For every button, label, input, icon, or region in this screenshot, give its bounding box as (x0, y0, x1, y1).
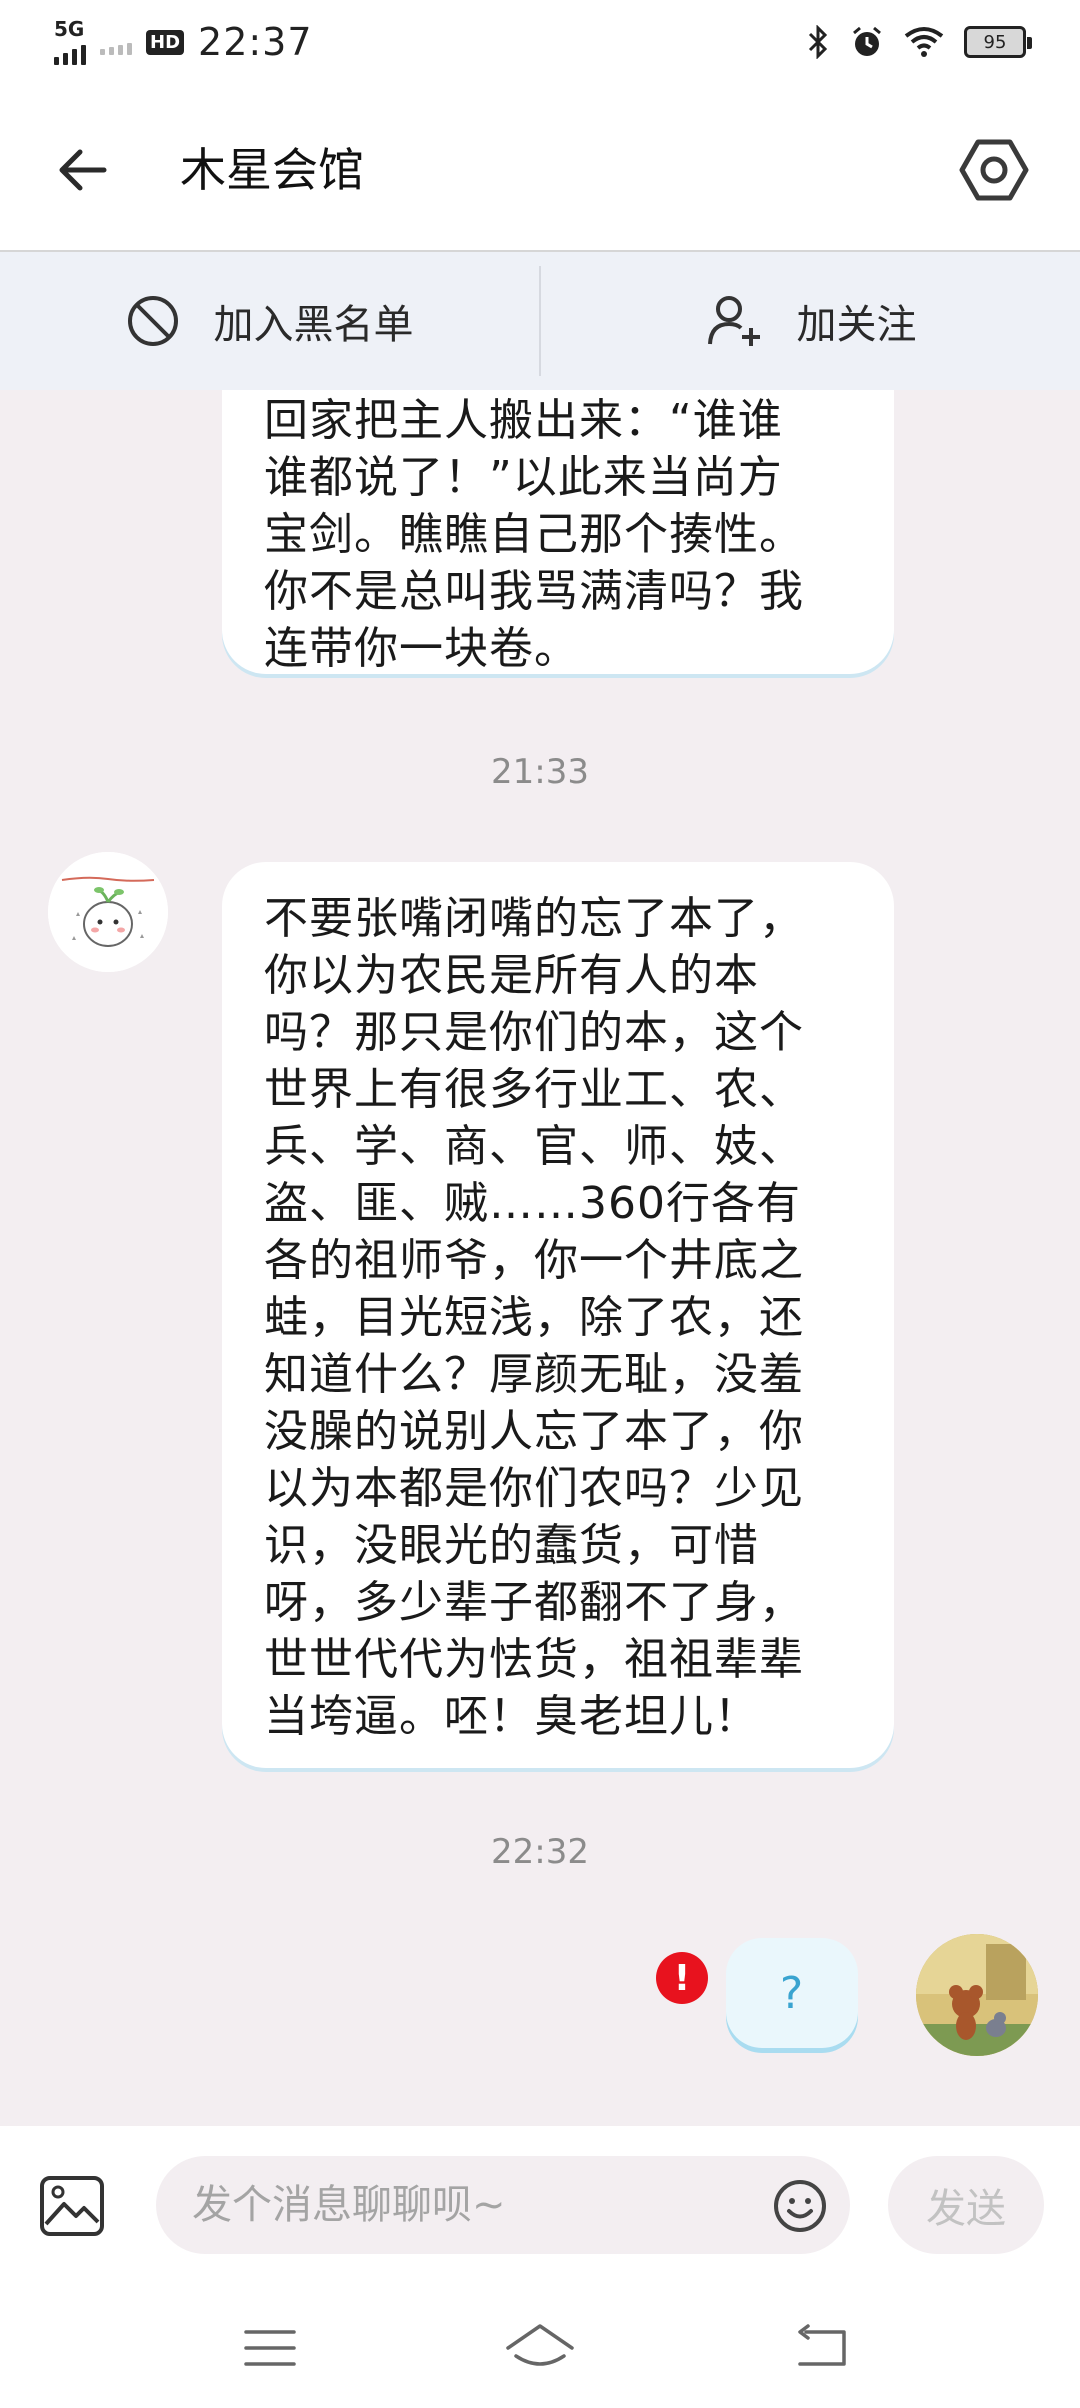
status-right: 95 (806, 25, 1032, 59)
my-avatar[interactable] (916, 1934, 1038, 2056)
input-bar: 发送 (0, 2126, 1080, 2288)
menu-icon (244, 2330, 296, 2366)
menu-button[interactable] (240, 2318, 300, 2378)
status-bar: 5G HD 22:37 95 (0, 0, 1080, 84)
message-bubble-received[interactable]: 回家把主人搬出来：“谁谁 谁都说了！”以此来当尚方 宝剑。瞧瞧自己那个揍性。 你… (222, 390, 894, 674)
battery-level: 95 (983, 31, 1007, 53)
wifi-icon (904, 27, 944, 57)
bluetooth-icon (808, 25, 828, 59)
message-text: 回家把主人搬出来：“谁谁 谁都说了！”以此来当尚方 宝剑。瞧瞧自己那个揍性。 你… (264, 395, 804, 674)
blacklist-button[interactable]: 加入黑名单 (0, 252, 539, 390)
message-timestamp: 22:32 (491, 1832, 589, 1872)
navigation-bar (0, 2288, 1080, 2408)
home-button[interactable] (504, 2318, 576, 2378)
battery-icon: 95 (964, 26, 1032, 58)
chat-area[interactable]: 回家把主人搬出来：“谁谁 谁都说了！”以此来当尚方 宝剑。瞧瞧自己那个揍性。 你… (0, 390, 1080, 2126)
back-icon (798, 2324, 846, 2366)
message-bubble-sent[interactable]: ? (726, 1938, 858, 2048)
follow-label: 加关注 (796, 302, 917, 348)
message-input[interactable] (192, 2182, 752, 2228)
emoji-button[interactable] (772, 2178, 828, 2234)
system-back-button[interactable] (792, 2318, 852, 2378)
message-text: ? (779, 1967, 805, 2019)
send-failed-icon[interactable]: ! (656, 1952, 708, 2004)
block-icon (127, 296, 178, 346)
network-type: 5G (54, 17, 85, 41)
back-arrow-icon (59, 149, 107, 191)
blacklist-label: 加入黑名单 (213, 302, 414, 348)
message-input-container[interactable] (156, 2156, 850, 2254)
message-timestamp: 21:33 (491, 752, 589, 792)
page-title: 木星会馆 (180, 143, 364, 197)
signal-1: 5G (54, 19, 86, 65)
status-time: 22:37 (198, 20, 313, 64)
settings-hexagon-icon (959, 139, 1029, 201)
cartoon-mouse-avatar-icon (916, 1934, 1038, 2056)
header: 木星会馆 (0, 84, 1080, 252)
status-left: 5G HD 22:37 (54, 19, 313, 65)
home-icon (506, 2324, 574, 2366)
image-icon (40, 2176, 104, 2236)
emoji-icon (774, 2180, 826, 2232)
add-user-icon (707, 296, 760, 346)
back-button[interactable] (52, 138, 116, 202)
send-button[interactable]: 发送 (888, 2156, 1044, 2254)
message-text: 不要张嘴闭嘴的忘了本了， 你以为农民是所有人的本 吗？那只是你们的本，这个 世界… (264, 893, 804, 1742)
signal-bars-icon (54, 39, 86, 65)
action-bar: 加入黑名单 加关注 (0, 252, 1080, 390)
chat-screen: 5G HD 22:37 95 木星会馆 加入黑名单 加关注 回家把主人搬出来：“… (0, 0, 1080, 2408)
message-bubble-received[interactable]: 不要张嘴闭嘴的忘了本了， 你以为农民是所有人的本 吗？那只是你们的本，这个 世界… (222, 862, 894, 1768)
signal-bars-2-icon (100, 29, 132, 55)
image-button[interactable] (38, 2174, 106, 2238)
settings-button[interactable] (958, 134, 1030, 206)
contact-avatar[interactable] (48, 852, 168, 972)
sprout-avatar-icon (48, 852, 168, 972)
alarm-icon (853, 26, 881, 56)
follow-button[interactable]: 加关注 (541, 252, 1080, 390)
hd-badge: HD (146, 29, 185, 55)
